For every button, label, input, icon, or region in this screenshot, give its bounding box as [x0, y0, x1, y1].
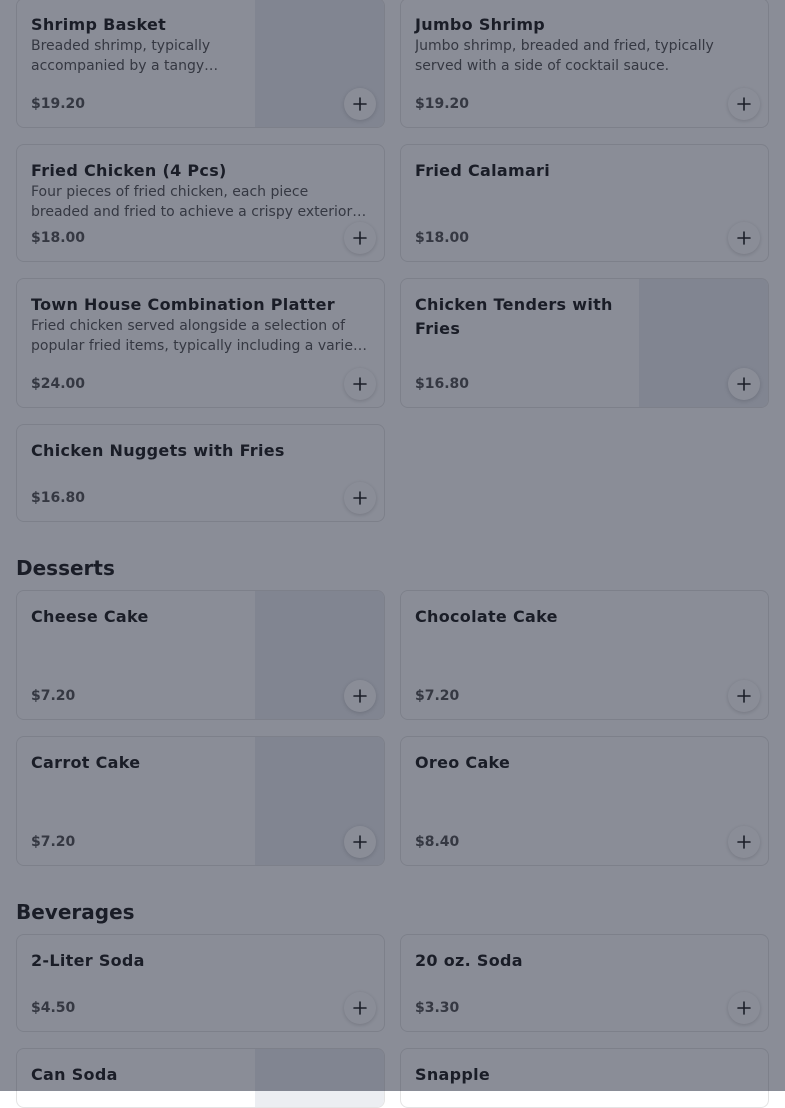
modal-backdrop[interactable] [0, 0, 785, 1091]
